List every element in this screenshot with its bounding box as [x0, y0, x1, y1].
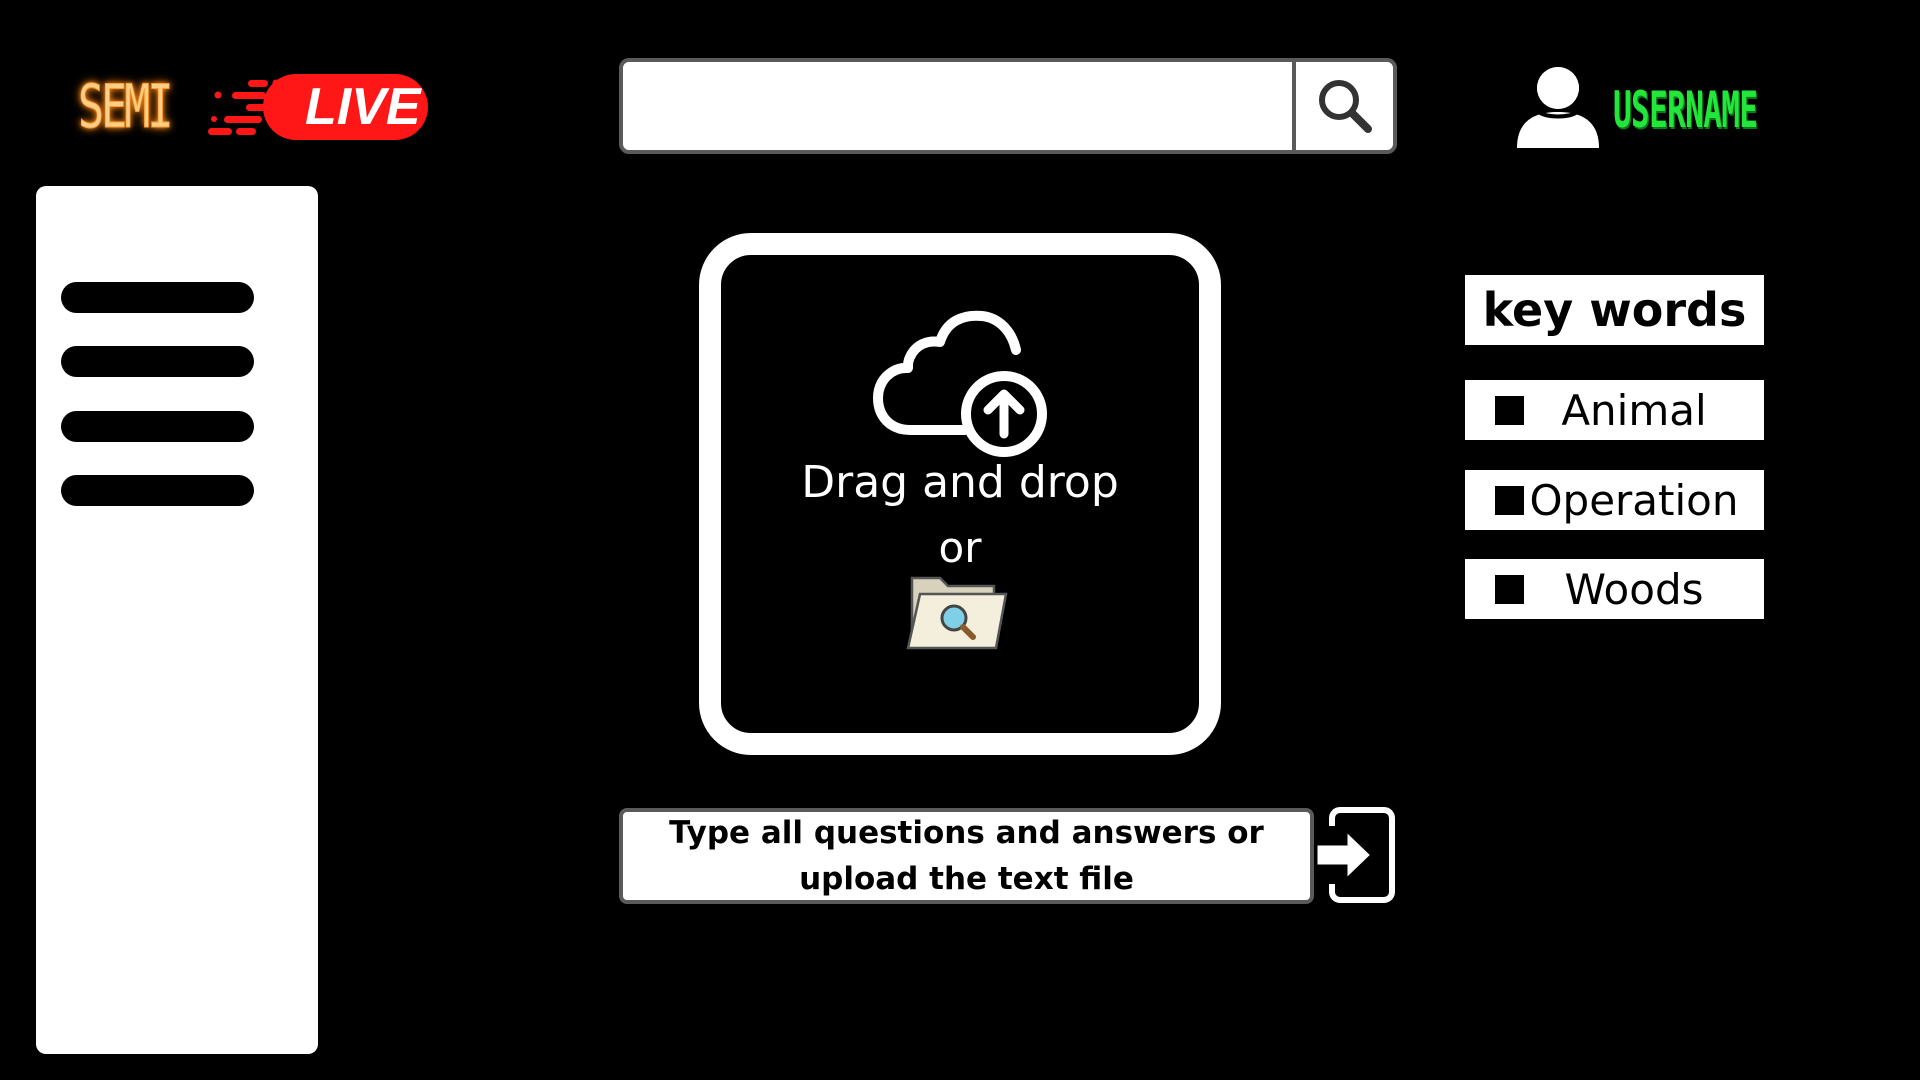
enter-arrow-icon[interactable] — [1314, 806, 1398, 904]
checkbox-icon[interactable] — [1495, 574, 1524, 604]
username-label[interactable]: USERNAME — [1613, 80, 1758, 140]
keyword-label: Animal — [1561, 385, 1707, 435]
search-bar — [619, 58, 1397, 154]
live-badge: LIVE — [263, 74, 428, 140]
sidebar-item-3[interactable] — [61, 411, 254, 442]
search-icon — [1318, 80, 1372, 133]
qa-entry-text: Type all questions and answers or upload… — [669, 815, 1264, 897]
live-badge-label: LIVE — [305, 78, 421, 136]
keyword-label: Woods — [1564, 564, 1704, 614]
logo-semi-text: SEMI — [78, 72, 174, 143]
cloud-upload-icon — [873, 310, 1047, 457]
keyword-label: Operation — [1529, 475, 1739, 525]
sidebar-item-1[interactable] — [61, 282, 254, 313]
keyword-item-operation[interactable]: Operation — [1465, 470, 1764, 530]
checkbox-icon[interactable] — [1495, 485, 1524, 515]
checkbox-icon[interactable] — [1495, 395, 1524, 425]
app-logo: SEMI LIVE — [78, 72, 428, 143]
keywords-title: key words — [1465, 275, 1764, 345]
folder-search-icon[interactable] — [906, 572, 1010, 652]
search-button[interactable] — [1296, 62, 1393, 150]
or-label: or — [938, 523, 982, 572]
sidebar — [36, 186, 318, 1054]
keyword-item-woods[interactable]: Woods — [1465, 559, 1764, 619]
keyword-item-animal[interactable]: Animal — [1465, 380, 1764, 440]
sidebar-item-4[interactable] — [61, 475, 254, 506]
search-input[interactable] — [633, 72, 1277, 144]
qa-text-entry[interactable]: Type all questions and answers or upload… — [619, 808, 1314, 904]
sidebar-item-2[interactable] — [61, 346, 254, 377]
drag-drop-label: Drag and drop — [801, 457, 1119, 508]
user-icon[interactable] — [1517, 64, 1599, 148]
